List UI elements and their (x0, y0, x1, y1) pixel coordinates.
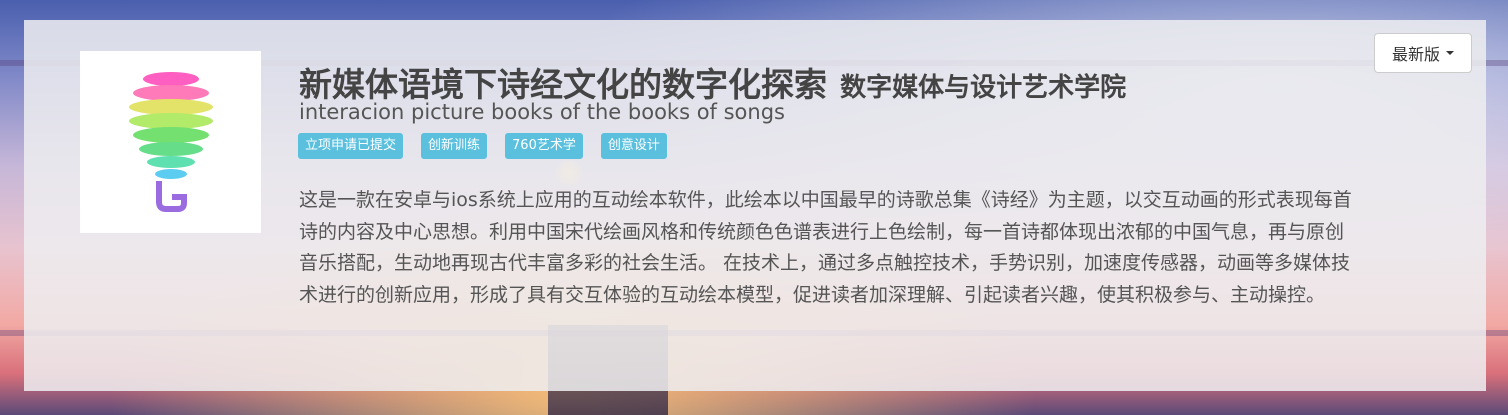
spiral-balloon-logo-icon (128, 72, 213, 212)
project-subtitle: interacion picture books of the books of… (299, 100, 785, 124)
college-name: 数字媒体与设计艺术学院 (840, 73, 1127, 103)
project-logo (80, 51, 261, 233)
project-description: 这是一款在安卓与ios系统上应用的互动绘本软件，此绘本以中国最早的诗歌总集《诗经… (299, 189, 1352, 306)
caret-down-icon (1446, 51, 1454, 55)
tag-type: 创新训练 (421, 133, 488, 159)
project-title: 新媒体语境下诗经文化的数字化探索 (299, 65, 827, 104)
project-card: 新媒体语境下诗经文化的数字化探索 数字媒体与设计艺术学院 interacion … (24, 20, 1486, 391)
version-dropdown-button[interactable]: 最新版 (1374, 33, 1472, 73)
tag-list: 立项申请已提交 创新训练 760艺术学 创意设计 (298, 133, 667, 159)
tag-discipline: 760艺术学 (505, 133, 583, 159)
version-label: 最新版 (1391, 45, 1440, 64)
title-row: 新媒体语境下诗经文化的数字化探索 数字媒体与设计艺术学院 (299, 58, 1126, 106)
tag-category: 创意设计 (600, 133, 667, 159)
tag-status: 立项申请已提交 (298, 133, 404, 159)
